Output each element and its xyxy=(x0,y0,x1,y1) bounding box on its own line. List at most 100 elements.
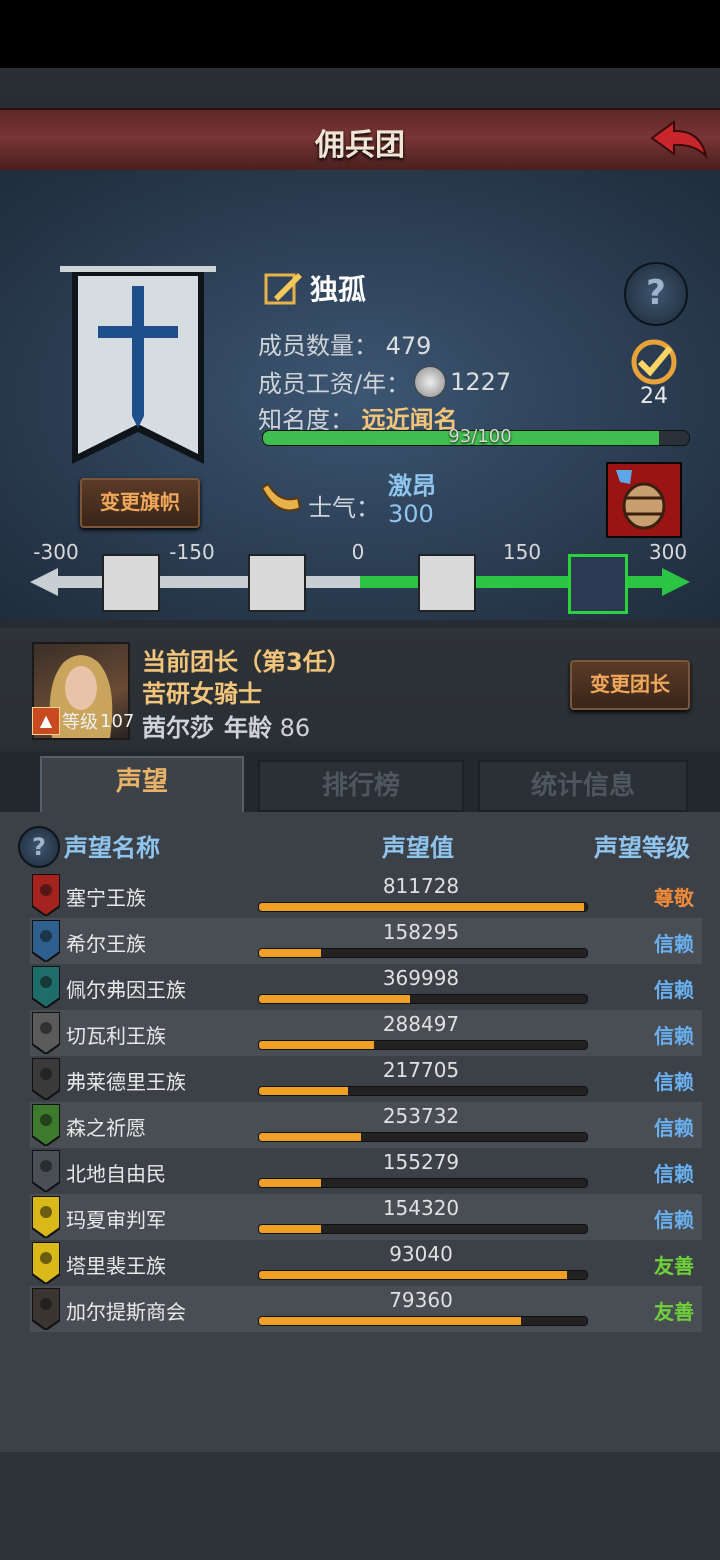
tab-statistics[interactable]: 统计信息 xyxy=(478,760,688,812)
faction-value: 158295 xyxy=(382,920,460,944)
faction-name: 希尔王族 xyxy=(66,932,146,956)
faction-progress-bar xyxy=(258,1316,588,1326)
morale-eye-icon xyxy=(102,554,160,612)
morale-calm-icon xyxy=(418,554,476,612)
faction-name: 塔里裴王族 xyxy=(66,1254,166,1278)
morale-state: 激昂 xyxy=(388,472,436,500)
faction-value: 217705 xyxy=(382,1058,460,1082)
table-row[interactable]: 切瓦利王族 288497 信赖 xyxy=(30,1010,702,1056)
leader-name: 茜尔莎 xyxy=(142,714,214,742)
wage-stat: 成员工资/年： 1227 xyxy=(258,364,511,399)
faction-level: 友善 xyxy=(654,1254,694,1278)
faction-value: 288497 xyxy=(382,1012,460,1036)
morale-scale: -300 -150 0 150 300 xyxy=(0,540,720,620)
faction-progress-fill xyxy=(259,903,584,911)
faction-value: 811728 xyxy=(382,874,460,898)
faction-crest-icon xyxy=(32,966,60,1008)
faction-progress-fill xyxy=(259,1225,322,1233)
help-icon[interactable]: ? xyxy=(624,262,688,326)
faction-progress-fill xyxy=(259,949,322,957)
company-name-row: 独孤 xyxy=(264,268,366,308)
faction-level: 信赖 xyxy=(654,1070,694,1094)
table-row[interactable]: 塔里裴王族 93040 友善 xyxy=(30,1240,702,1286)
faction-crest-icon xyxy=(32,1150,60,1192)
faction-progress-fill xyxy=(259,1087,348,1095)
faction-level: 信赖 xyxy=(654,978,694,1002)
faction-level: 信赖 xyxy=(654,1116,694,1140)
faction-name: 佩尔弗因王族 xyxy=(66,978,186,1002)
header-reputation-name: 声望名称 xyxy=(64,834,160,862)
fame-progress-text: 93/100 xyxy=(448,426,512,447)
level-label: 等级 xyxy=(62,712,98,733)
table-row[interactable]: 森之祈愿 253732 信赖 xyxy=(30,1102,702,1148)
table-row[interactable]: 北地自由民 155279 信赖 xyxy=(30,1148,702,1194)
morale-rally-flag-icon xyxy=(568,554,628,614)
faction-name: 加尔提斯商会 xyxy=(66,1300,186,1324)
faction-level: 信赖 xyxy=(654,1162,694,1186)
faction-level: 友善 xyxy=(654,1300,694,1324)
wage-label: 成员工资/年： xyxy=(258,370,411,398)
table-row[interactable]: 佩尔弗因王族 369998 信赖 xyxy=(30,964,702,1010)
page-title: 佣兵团 xyxy=(315,128,405,163)
tick-label-150: 150 xyxy=(502,540,542,564)
faction-level: 信赖 xyxy=(654,932,694,956)
tick-label-neg150: -150 xyxy=(169,540,215,564)
faction-value: 155279 xyxy=(382,1150,460,1174)
table-row[interactable]: 玛夏审判军 154320 信赖 xyxy=(30,1194,702,1240)
faction-progress-fill xyxy=(259,1317,522,1325)
faction-progress-bar xyxy=(258,1270,588,1280)
leader-level-badge: ▲ 等级 107 xyxy=(32,706,134,736)
faction-value: 253732 xyxy=(382,1104,460,1128)
table-row[interactable]: 塞宁王族 811728 尊敬 xyxy=(30,872,702,918)
faction-progress-bar xyxy=(258,1132,588,1142)
change-leader-button[interactable]: 变更团长 xyxy=(570,660,690,710)
faction-name: 切瓦利王族 xyxy=(66,1024,166,1048)
company-banner-icon[interactable] xyxy=(58,264,218,474)
faction-crest-icon xyxy=(32,1242,60,1284)
quest-count: 24 xyxy=(640,384,668,409)
faction-value: 79360 xyxy=(389,1288,453,1312)
faction-progress-fill xyxy=(259,1041,374,1049)
faction-crest-icon xyxy=(32,920,60,962)
faction-progress-bar xyxy=(258,994,588,1004)
silver-coin-icon xyxy=(414,365,447,398)
faction-crest-icon xyxy=(32,1104,60,1146)
status-bar xyxy=(0,0,720,68)
faction-progress-bar xyxy=(258,1040,588,1050)
tab-bar: 声望 排行榜 统计信息 xyxy=(0,752,720,814)
leader-title: 当前团长（第3任） xyxy=(142,648,351,676)
faction-progress-fill xyxy=(259,995,410,1003)
faction-name: 玛夏审判军 xyxy=(66,1208,166,1232)
morale-despair-icon xyxy=(248,554,306,612)
table-row[interactable]: 弗莱德里王族 217705 信赖 xyxy=(30,1056,702,1102)
reputation-header: ? 声望名称 声望值 声望等级 xyxy=(18,822,708,870)
tab-leaderboard[interactable]: 排行榜 xyxy=(258,760,464,812)
morale-label: 士气： xyxy=(308,494,380,522)
table-row[interactable]: 希尔王族 158295 信赖 xyxy=(30,918,702,964)
faction-progress-bar xyxy=(258,948,588,958)
level-icon: ▲ xyxy=(32,707,60,735)
faction-progress-bar xyxy=(258,1178,588,1188)
faction-crest-icon xyxy=(32,1196,60,1238)
bottom-strip xyxy=(0,1452,720,1560)
faction-progress-fill xyxy=(259,1271,568,1279)
faction-crest-icon xyxy=(32,1012,60,1054)
tick-label-0: 0 xyxy=(351,540,365,564)
company-name: 独孤 xyxy=(310,273,367,306)
faction-progress-bar xyxy=(258,1086,588,1096)
leader-class: 苦研女骑士 xyxy=(142,680,262,708)
members-stat: 成员数量： 479 xyxy=(258,326,431,361)
tab-reputation[interactable]: 声望 xyxy=(40,756,244,814)
age-label: 年龄 xyxy=(224,714,272,742)
leader-age: 年龄 86 xyxy=(224,708,310,743)
back-arrow-icon[interactable] xyxy=(648,118,710,162)
change-banner-button[interactable]: 变更旗帜 xyxy=(80,478,200,528)
table-row[interactable]: 加尔提斯商会 79360 友善 xyxy=(30,1286,702,1332)
level-value: 107 xyxy=(100,710,135,732)
tick-label-300: 300 xyxy=(648,540,688,564)
title-bar: 佣兵团 xyxy=(0,108,720,172)
faction-progress-bar xyxy=(258,902,588,912)
reputation-help-icon[interactable]: ? xyxy=(18,826,60,868)
keg-icon[interactable] xyxy=(606,462,682,538)
edit-name-icon[interactable] xyxy=(264,269,304,307)
